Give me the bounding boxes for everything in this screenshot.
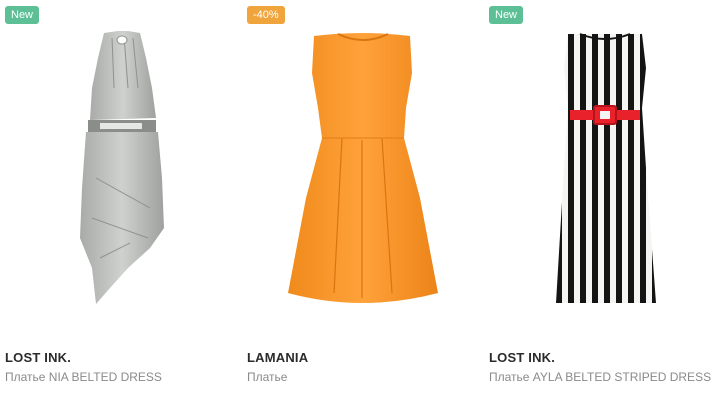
product-card[interactable]: New <box>484 0 726 405</box>
product-title[interactable]: Платье <box>247 369 477 385</box>
product-brand[interactable]: LAMANIA <box>247 350 308 365</box>
product-brand[interactable]: LOST INK. <box>489 350 555 365</box>
discount-badge: -40% <box>247 6 285 24</box>
product-card[interactable]: -40% LAMANIA Платье <box>242 0 484 405</box>
striped-belted-dress-image <box>556 33 656 303</box>
new-badge: New <box>489 6 524 24</box>
product-image[interactable] <box>0 28 242 318</box>
product-image[interactable] <box>484 28 726 318</box>
product-image[interactable] <box>242 28 484 318</box>
product-title[interactable]: Платье AYLA BELTED STRIPED DRESS <box>489 369 719 385</box>
product-title[interactable]: Платье NIA BELTED DRESS <box>5 369 235 385</box>
product-brand[interactable]: LOST INK. <box>5 350 71 365</box>
orange-dress-image <box>288 33 438 303</box>
product-card[interactable]: New <box>0 0 242 405</box>
product-grid: New LOST INK. Платье NIA BELTED DRESS -4… <box>0 0 727 405</box>
new-badge: New <box>5 6 40 24</box>
gray-belted-dress-image <box>80 31 164 304</box>
